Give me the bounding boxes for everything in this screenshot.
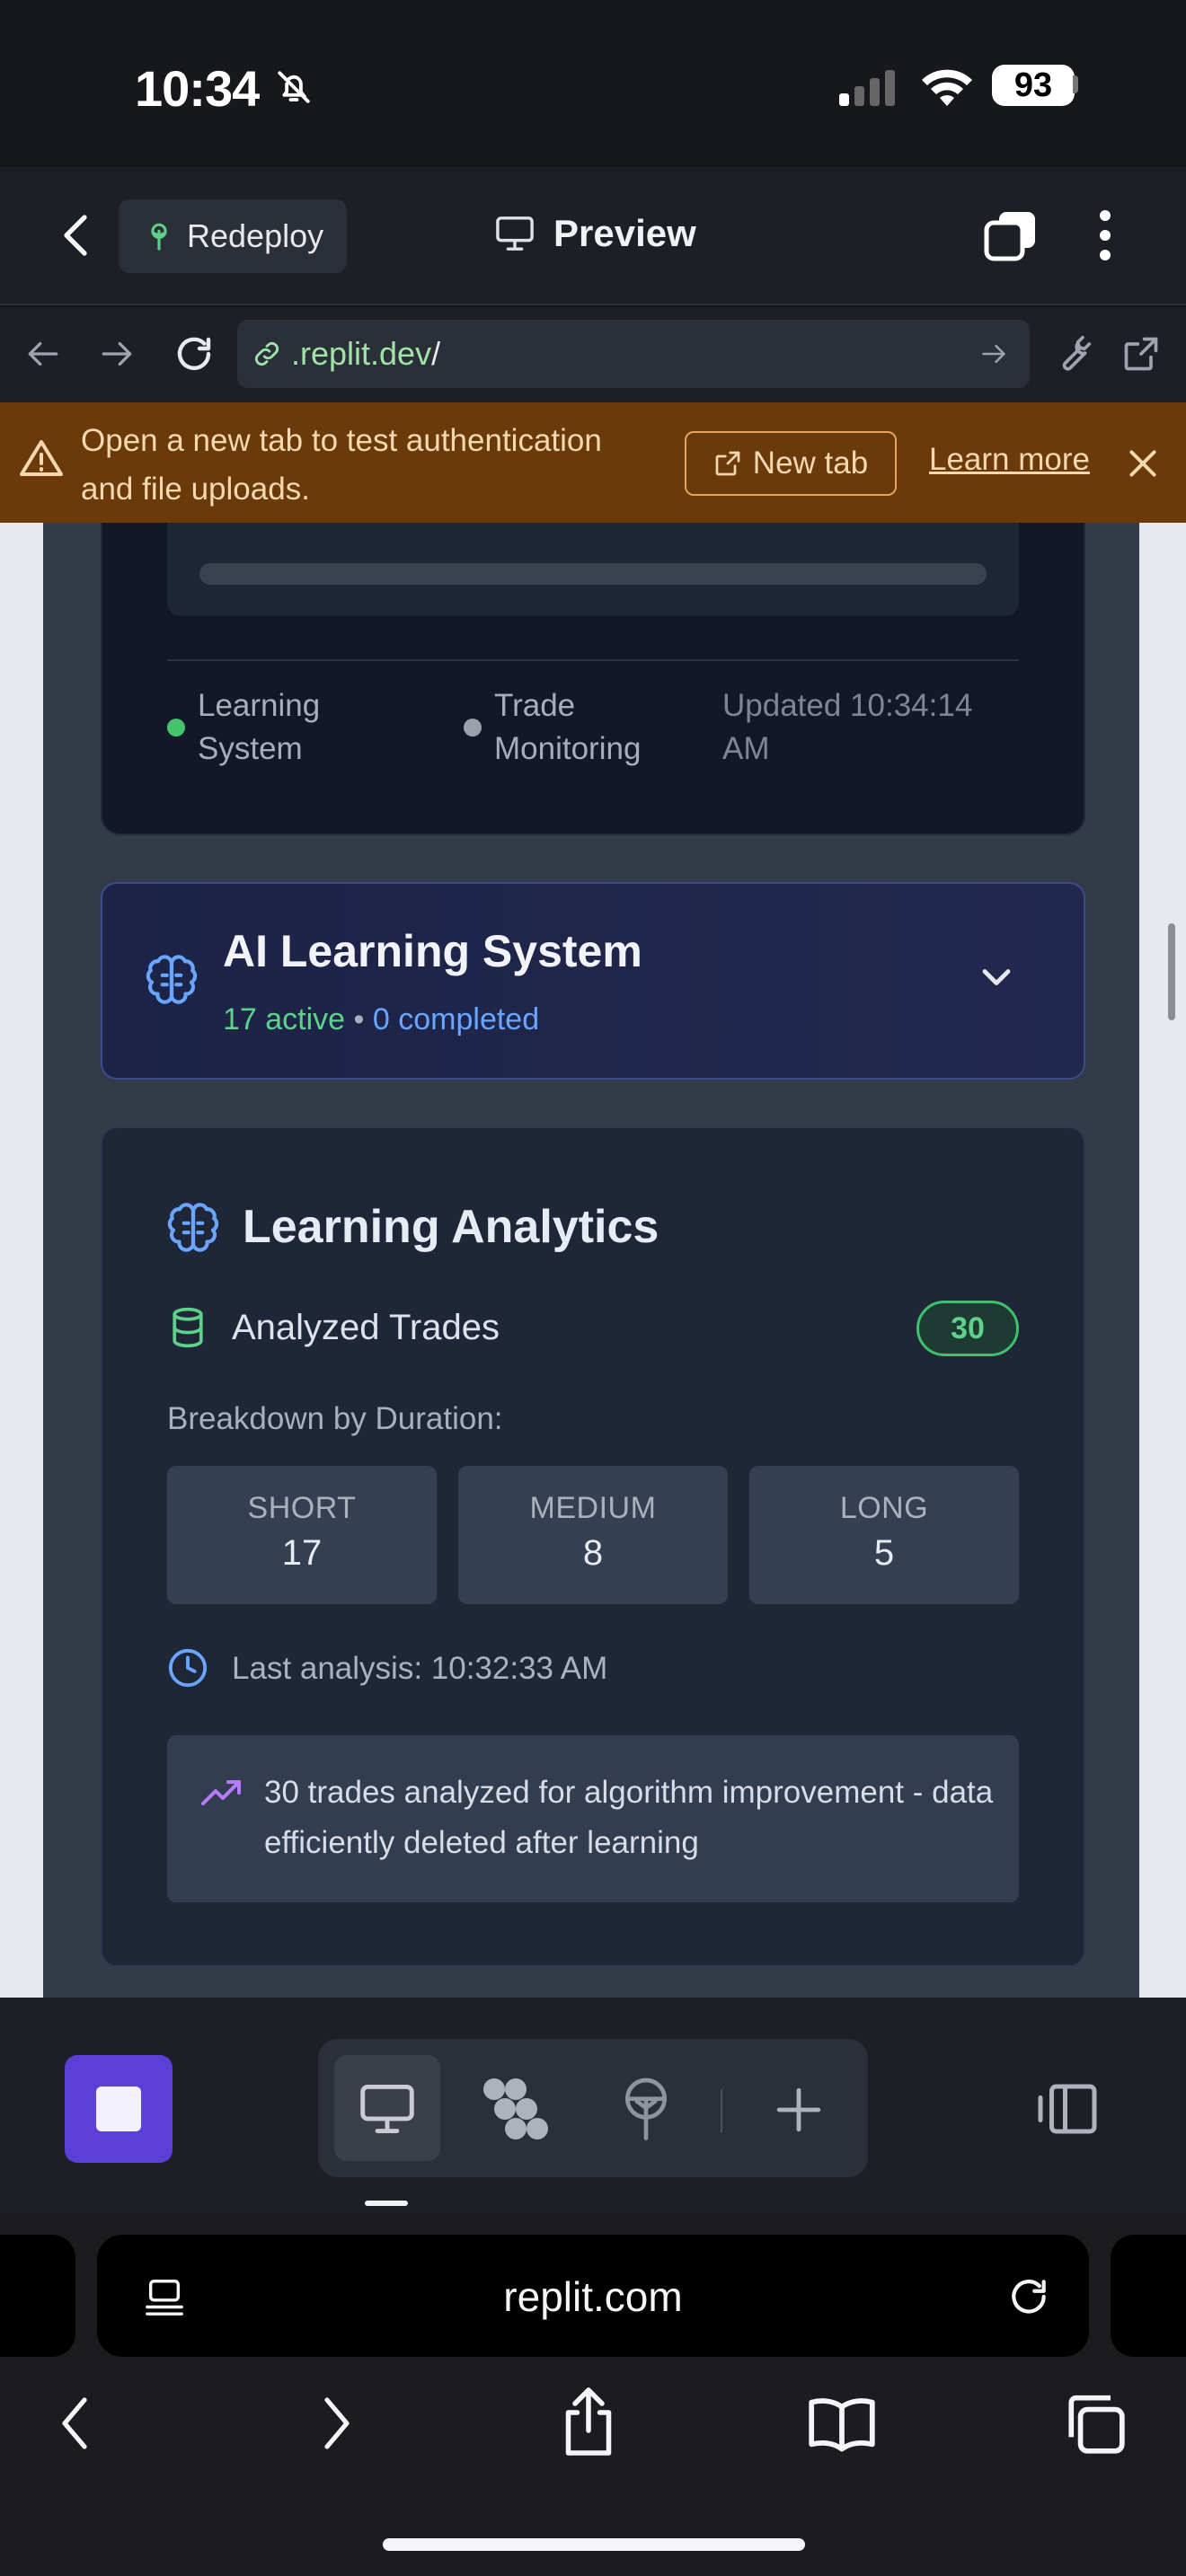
analytics-title: Learning Analytics (243, 1201, 659, 1253)
url-path: / (431, 335, 441, 372)
card-divider (167, 659, 1019, 661)
duration-medium: MEDIUM 8 (458, 1466, 728, 1604)
active-count: 17 active (223, 1002, 346, 1037)
updated-timestamp: Updated 10:34:14 AM (722, 688, 973, 766)
duration-label: LONG (839, 1491, 929, 1525)
warning-triangle-icon (20, 438, 63, 478)
brain-icon (144, 952, 199, 1008)
duration-value: 8 (582, 1533, 604, 1573)
new-tab-label: New tab (752, 446, 869, 481)
close-banner-icon[interactable] (1127, 447, 1159, 480)
analyzed-trades-label: Analyzed Trades (232, 1308, 500, 1347)
cellular-signal-icon (839, 70, 897, 106)
share-icon[interactable] (559, 2386, 618, 2457)
url-field[interactable]: .replit.dev / (237, 320, 1030, 388)
wifi-icon (920, 66, 974, 108)
deploy-tree-icon (144, 221, 174, 251)
safari-forward-icon[interactable] (322, 2395, 352, 2452)
monitor-icon (358, 2082, 417, 2136)
battery-tip (1073, 75, 1078, 93)
viewport-right-gutter (1139, 523, 1186, 1998)
agent-tool-icon[interactable] (482, 2077, 550, 2141)
url-domain: .replit.dev (291, 335, 432, 372)
duration-label: SHORT (247, 1491, 357, 1525)
tabs-overview-icon[interactable] (1062, 2391, 1127, 2456)
add-tool-icon[interactable] (773, 2084, 825, 2136)
subtitle-separator: • (353, 1002, 365, 1037)
nav-back-arrow-icon[interactable] (25, 338, 61, 370)
active-tool-indicator (365, 2201, 408, 2206)
viewport-left-gutter (0, 523, 43, 1998)
learn-more-link[interactable]: Learn more (929, 442, 1090, 478)
chevron-down-icon[interactable] (979, 966, 1013, 990)
devtools-wrench-icon[interactable] (1053, 334, 1093, 374)
banner-message: Open a new tab to test authentication an… (81, 423, 602, 507)
external-link-icon (715, 451, 740, 476)
preview-label: Preview (553, 212, 696, 254)
clock-icon (167, 1647, 208, 1689)
split-view-icon[interactable] (1035, 2082, 1100, 2136)
analysis-note-text: 30 trades analyzed for algorithm improve… (264, 1775, 994, 1860)
nav-forward-arrow-icon[interactable] (99, 338, 135, 370)
duration-label: MEDIUM (529, 1491, 657, 1525)
redeploy-label: Redeploy (187, 217, 324, 254)
safari-reload-icon[interactable] (1006, 2274, 1051, 2319)
previous-tab-peek[interactable] (0, 2235, 75, 2357)
next-tab-peek[interactable] (1111, 2235, 1186, 2357)
ai-learning-subtitle: 17 active • 0 completed (223, 1002, 539, 1037)
back-chevron-icon[interactable] (59, 212, 92, 259)
completed-count: 0 completed (372, 1002, 540, 1037)
status-time: 10:34 (135, 60, 260, 117)
bookmarks-icon[interactable] (807, 2395, 877, 2452)
last-analysis-text: Last analysis: 10:32:33 AM (232, 1651, 608, 1686)
redeploy-button[interactable]: Redeploy (119, 199, 347, 273)
go-arrow-icon[interactable] (979, 341, 1008, 366)
breakdown-label: Breakdown by Duration: (167, 1401, 503, 1436)
home-indicator[interactable] (383, 2538, 805, 2551)
ai-learning-system-header[interactable] (101, 882, 1085, 1080)
tabs-switcher-icon[interactable] (983, 208, 1039, 262)
scrollbar-thumb[interactable] (1168, 923, 1175, 1020)
stop-icon (96, 2086, 141, 2131)
safari-back-icon[interactable] (59, 2395, 90, 2452)
preview-tab[interactable]: Preview (494, 212, 696, 255)
new-tab-button[interactable]: New tab (685, 431, 897, 496)
battery-indicator: 93 (992, 65, 1075, 106)
toolbar-separator (721, 2089, 722, 2132)
safari-address-text: replit.com (503, 2273, 683, 2320)
learning-system-status: Learning System (198, 688, 321, 766)
duration-short: SHORT 17 (167, 1466, 437, 1604)
trade-monitoring-status: Trade Monitoring (494, 688, 642, 766)
database-icon (167, 1306, 208, 1349)
silent-mode-icon (275, 68, 313, 106)
duration-value: 5 (873, 1533, 895, 1573)
ai-learning-title: AI Learning System (223, 926, 642, 976)
deployments-tool-icon[interactable] (618, 2075, 674, 2141)
brain-icon (165, 1200, 221, 1256)
reload-icon[interactable] (173, 332, 216, 375)
trade-status-dot (464, 719, 482, 737)
learning-status-dot (167, 719, 185, 737)
analyzed-count-badge: 30 (916, 1301, 1019, 1356)
trending-up-icon (199, 1778, 243, 1807)
duration-value: 17 (281, 1533, 323, 1573)
progress-track (199, 563, 987, 585)
duration-long: LONG 5 (749, 1466, 1019, 1604)
monitor-icon (496, 216, 534, 251)
link-icon (254, 341, 279, 366)
open-external-icon[interactable] (1121, 334, 1161, 374)
more-options-icon[interactable] (1096, 208, 1114, 262)
